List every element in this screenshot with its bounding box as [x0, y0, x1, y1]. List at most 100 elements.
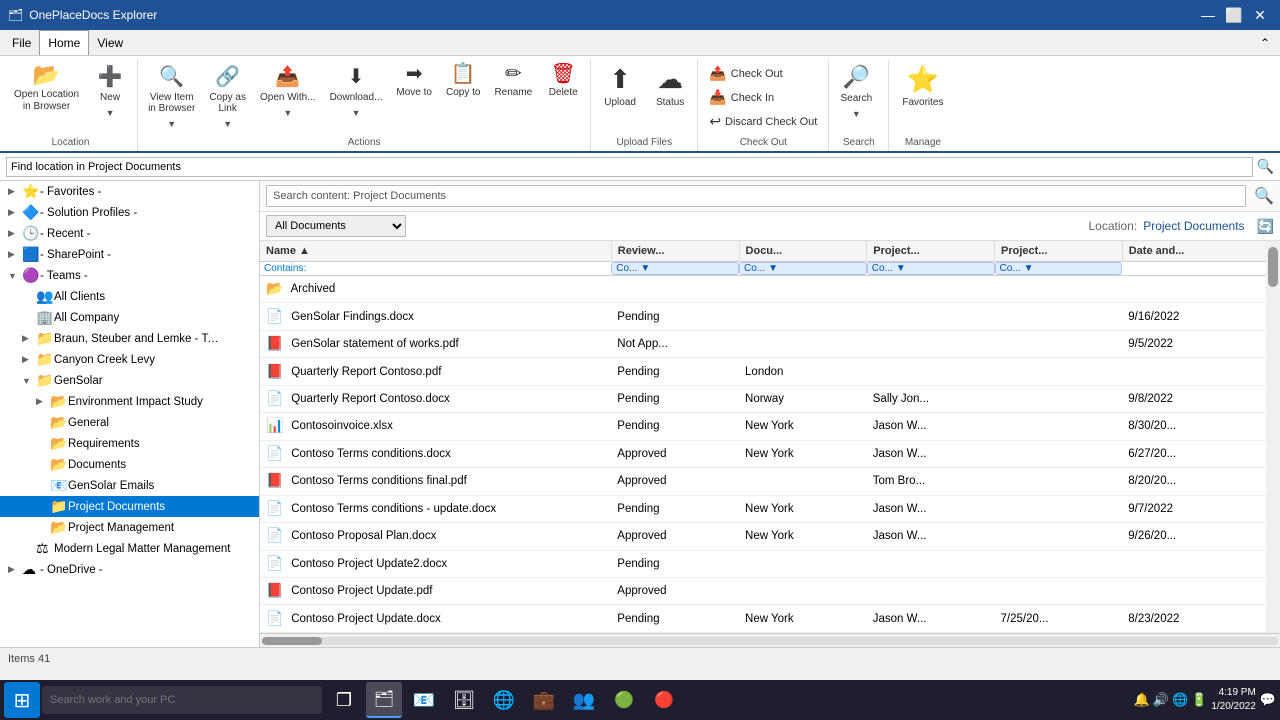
table-row[interactable]: 📕 Contoso Project Update.pdf Approved [260, 577, 1266, 604]
sidebar-item-all-company[interactable]: 🏢 All Company [0, 307, 259, 328]
menu-home[interactable]: Home [39, 30, 89, 55]
chip-docu-btn[interactable]: ▼ [768, 263, 778, 274]
minimize-btn[interactable]: — [1196, 4, 1220, 26]
move-to-btn[interactable]: ➡ Move to [390, 60, 438, 103]
content-search-btn[interactable]: 🔍 [1254, 186, 1274, 206]
file-type-icon: 📕 [266, 472, 284, 490]
check-in-label: Check In [731, 92, 774, 104]
sidebar-item-documents[interactable]: 📂 Documents [0, 454, 259, 475]
taskbar-clock[interactable]: 4:19 PM 1/20/2022 [1211, 686, 1256, 714]
table-row[interactable]: 📕 GenSolar statement of works.pdf Not Ap… [260, 330, 1266, 357]
notification-btn[interactable]: 💬 [1260, 692, 1276, 708]
table-row[interactable]: 📄 Contoso Terms conditions.docx Approved… [260, 440, 1266, 467]
menu-file[interactable]: File [4, 30, 39, 55]
maximize-btn[interactable]: ⬜ [1222, 4, 1246, 26]
taskbar-app-green[interactable]: 🟢 [606, 682, 642, 718]
taskbar-search-input[interactable] [42, 686, 322, 714]
tray-icon-2: 🔊 [1153, 692, 1169, 708]
table-row[interactable]: 📄 GenSolar Findings.docx Pending 9/16/20… [260, 303, 1266, 330]
sidebar-item-teams[interactable]: ▼ 🟣 - Teams - [0, 265, 259, 286]
table-row[interactable]: 📄 Contoso Proposal Plan.docx Approved Ne… [260, 523, 1266, 550]
view-dropdown[interactable]: All Documents My Documents Recent Docume… [266, 215, 406, 237]
chip-project2-btn[interactable]: ▼ [1024, 263, 1034, 274]
main-content: 🔍 All Documents My Documents Recent Docu… [260, 181, 1280, 647]
favorites-btn[interactable]: ⭐ Favorites [893, 60, 952, 112]
sidebar-item-canyon-creek[interactable]: ▶ 📁 Canyon Creek Levy [0, 349, 259, 370]
ribbon-collapse-btn[interactable]: ⌃ [1254, 34, 1276, 52]
sidebar-item-recent[interactable]: ▶ 🕒 - Recent - [0, 223, 259, 244]
taskbar-office[interactable]: 💼 [526, 682, 562, 718]
sidebar-item-requirements[interactable]: 📂 Requirements [0, 433, 259, 454]
start-btn[interactable]: ⊞ [4, 682, 40, 718]
col-docu-header[interactable]: Docu... [739, 241, 867, 262]
scrollbar-thumb[interactable] [1268, 247, 1278, 287]
h-scroll-thumb[interactable] [262, 637, 322, 645]
sidebar-item-environment-impact[interactable]: ▶ 📂 Environment Impact Study [0, 391, 259, 412]
download-arrow[interactable]: ▼ [324, 107, 389, 119]
table-row[interactable]: 📂 Archived [260, 276, 1266, 303]
sidebar-item-general[interactable]: 📂 General [0, 412, 259, 433]
sidebar-item-project-documents[interactable]: 📁 Project Documents [0, 496, 259, 517]
check-in-btn[interactable]: 📥 Check In [702, 86, 824, 109]
location-input[interactable] [6, 157, 1253, 177]
taskbar-task-view[interactable]: ❐ [326, 682, 362, 718]
taskbar-teams[interactable]: 👥 [566, 682, 602, 718]
chip-review-btn[interactable]: ▼ [640, 263, 650, 274]
copy-as-link-btn[interactable]: 🔗 Copy asLink [203, 60, 252, 118]
search-ribbon-arrow[interactable]: ▼ [833, 108, 879, 120]
sidebar-item-all-clients[interactable]: 👥 All Clients [0, 286, 259, 307]
open-with-btn[interactable]: 📤 Open With... [254, 60, 322, 107]
copy-to-btn[interactable]: 📋 Copy to [440, 60, 486, 103]
chip-project1-btn[interactable]: ▼ [896, 263, 906, 274]
search-ribbon-btn[interactable]: 🔎 Search [833, 60, 879, 108]
table-row[interactable]: 📊 Contosoinvoice.xlsx Pending New York J… [260, 413, 1266, 440]
new-btn[interactable]: ➕ New [87, 60, 133, 107]
taskbar-edge[interactable]: 🌐 [486, 682, 522, 718]
h-scroll-track[interactable] [262, 637, 1278, 645]
sidebar-item-onedrive[interactable]: ▶ ☁ - OneDrive - [0, 559, 259, 580]
download-btn[interactable]: ⬇ Download... [324, 60, 389, 107]
table-row[interactable]: 📕 Contoso Terms conditions final.pdf App… [260, 468, 1266, 495]
vertical-scrollbar[interactable] [1266, 241, 1280, 633]
upload-btn[interactable]: ⬆ Upload [595, 60, 645, 112]
col-project1-header[interactable]: Project... [867, 241, 995, 262]
sidebar-item-sharepoint[interactable]: ▶ 🟦 - SharePoint - [0, 244, 259, 265]
taskbar-outlook[interactable]: 📧 [406, 682, 442, 718]
location-search-icon[interactable]: 🔍 [1257, 158, 1274, 175]
sidebar-item-gensolar[interactable]: ▼ 📁 GenSolar [0, 370, 259, 391]
col-date-header[interactable]: Date and... [1122, 241, 1266, 262]
table-row[interactable]: 📄 Contoso Terms conditions - update.docx… [260, 495, 1266, 522]
taskbar-explorer[interactable]: 🗂 [366, 682, 402, 718]
table-row[interactable]: 📄 Quarterly Report Contoso.docx Pending … [260, 385, 1266, 412]
status-btn[interactable]: ☁ Status [647, 60, 693, 112]
view-item-btn[interactable]: 🔍 View Itemin Browser [142, 60, 201, 118]
table-row[interactable]: 📄 Contoso Project Update.docx Pending Ne… [260, 605, 1266, 633]
col-project2-header[interactable]: Project... [995, 241, 1123, 262]
new-dropdown-arrow[interactable]: ▼ [87, 107, 133, 119]
discard-checkout-btn[interactable]: ↩ Discard Check Out [702, 110, 824, 133]
check-out-btn[interactable]: 📤 Check Out [702, 62, 824, 85]
sidebar-item-braun[interactable]: ▶ 📁 Braun, Steuber and Lemke - Terrarium… [0, 328, 259, 349]
col-review-header[interactable]: Review... [611, 241, 739, 262]
menu-view[interactable]: View [89, 30, 131, 55]
open-location-btn[interactable]: 📂 Open Locationin Browser [8, 60, 85, 117]
sidebar-item-project-management[interactable]: 📂 Project Management [0, 517, 259, 538]
sidebar-item-favorites[interactable]: ▶ ⭐ - Favorites - [0, 181, 259, 202]
table-row[interactable]: 📕 Quarterly Report Contoso.pdf Pending L… [260, 358, 1266, 385]
sidebar-item-modern-legal[interactable]: ⚖ Modern Legal Matter Management [0, 538, 259, 559]
view-item-arrow[interactable]: ▼ [142, 118, 201, 130]
content-search-input[interactable] [266, 185, 1246, 207]
taskbar-file-explorer[interactable]: 🗄 [446, 682, 482, 718]
delete-btn[interactable]: 🗑 Delete [540, 60, 586, 103]
rename-btn[interactable]: ✏ Rename [488, 60, 538, 103]
teams-icon: 🟣 [22, 267, 40, 284]
refresh-btn[interactable]: 🔄 [1257, 218, 1274, 235]
sidebar-item-gensolar-emails[interactable]: 📧 GenSolar Emails [0, 475, 259, 496]
close-btn[interactable]: ✕ [1248, 4, 1272, 26]
sidebar-item-solution-profiles[interactable]: ▶ 🔷 - Solution Profiles - [0, 202, 259, 223]
copy-as-link-arrow[interactable]: ▼ [203, 118, 252, 130]
open-with-arrow[interactable]: ▼ [254, 107, 322, 119]
col-name-header[interactable]: Name ▲ [260, 241, 611, 262]
table-row[interactable]: 📄 Contoso Project Update2.docx Pending [260, 550, 1266, 577]
taskbar-app-red[interactable]: 🔴 [646, 682, 682, 718]
